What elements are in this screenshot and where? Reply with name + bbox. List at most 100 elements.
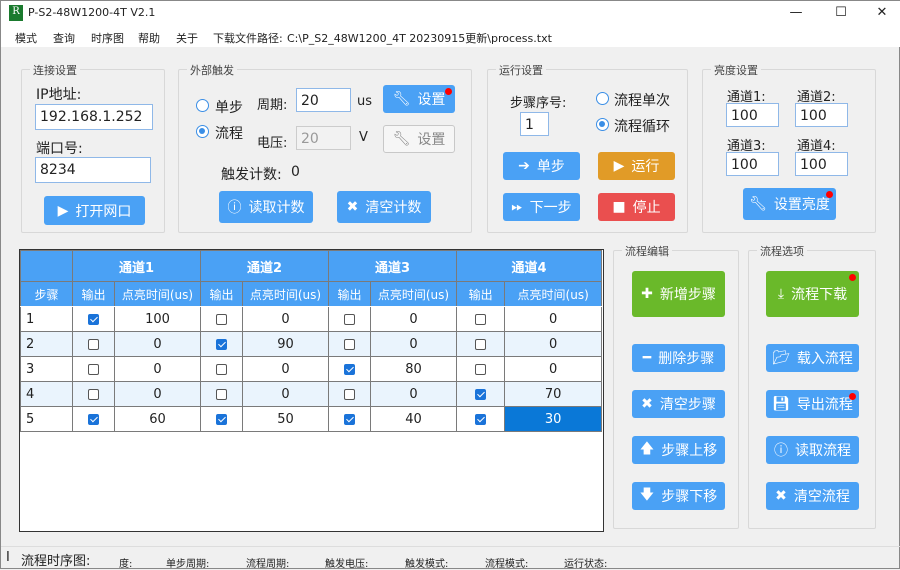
output-checkbox[interactable] xyxy=(88,338,99,350)
output-checkbox[interactable] xyxy=(475,388,487,400)
ch4-input[interactable]: 100 xyxy=(795,152,848,176)
output-cell[interactable] xyxy=(72,381,115,407)
output-checkbox[interactable] xyxy=(344,313,355,325)
time-cell[interactable]: 60 xyxy=(114,406,201,432)
output-checkbox[interactable] xyxy=(216,413,227,425)
port-input[interactable]: 8234 xyxy=(35,157,151,183)
output-checkbox[interactable] xyxy=(344,363,355,375)
output-cell[interactable] xyxy=(72,406,115,432)
menu-timing[interactable]: 时序图 xyxy=(91,30,124,46)
output-cell[interactable] xyxy=(200,331,243,357)
set-brightness-button[interactable]: 🔧︎ 设置亮度 xyxy=(743,188,836,220)
output-checkbox[interactable] xyxy=(475,338,487,350)
output-cell[interactable] xyxy=(328,306,371,332)
time-cell[interactable]: 0 xyxy=(114,356,201,382)
output-checkbox[interactable] xyxy=(216,388,227,400)
stop-button[interactable]: ■ 停止 xyxy=(598,193,675,221)
clear-steps-button[interactable]: ✖ 清空步骤 xyxy=(632,390,725,418)
close-button[interactable]: ✕ xyxy=(867,3,897,23)
menu-help[interactable]: 帮助 xyxy=(138,30,160,46)
clear-count-button[interactable]: ✖ 清空计数 xyxy=(337,191,431,223)
step-input[interactable]: 1 xyxy=(520,112,549,136)
single-radio[interactable] xyxy=(196,99,209,112)
step-cell[interactable]: 5 xyxy=(20,406,73,432)
step-cell[interactable]: 3 xyxy=(20,356,73,382)
time-cell[interactable]: 0 xyxy=(370,331,457,357)
time-cell[interactable]: 50 xyxy=(242,406,329,432)
output-checkbox[interactable] xyxy=(88,363,99,375)
move-down-button[interactable]: 🡇 步骤下移 xyxy=(632,482,725,510)
output-cell[interactable] xyxy=(455,381,506,407)
output-cell[interactable] xyxy=(200,306,243,332)
next-step-button[interactable]: ⏩︎ 下一步 xyxy=(503,193,580,221)
output-checkbox[interactable] xyxy=(344,413,355,425)
read-count-button[interactable]: ⓘ 读取计数 xyxy=(219,191,313,223)
output-checkbox[interactable] xyxy=(216,363,227,375)
step-cell[interactable]: 1 xyxy=(20,306,73,332)
time-cell[interactable]: 0 xyxy=(504,306,602,332)
time-cell[interactable]: 40 xyxy=(370,406,457,432)
output-cell[interactable] xyxy=(328,406,371,432)
output-cell[interactable] xyxy=(72,306,115,332)
output-cell[interactable] xyxy=(455,406,506,432)
time-cell[interactable]: 80 xyxy=(370,356,457,382)
menu-query[interactable]: 查询 xyxy=(53,30,75,46)
output-checkbox[interactable] xyxy=(475,313,487,325)
time-cell[interactable]: 0 xyxy=(242,356,329,382)
output-cell[interactable] xyxy=(328,381,371,407)
output-checkbox[interactable] xyxy=(216,338,227,350)
open-port-button[interactable]: ▶ 打开网口 xyxy=(44,196,145,225)
time-cell[interactable]: 0 xyxy=(504,331,602,357)
flow-radio[interactable] xyxy=(196,125,209,138)
minimize-button[interactable]: — xyxy=(781,3,811,23)
menu-mode[interactable]: 模式 xyxy=(15,30,37,46)
ch2-input[interactable]: 100 xyxy=(795,103,848,127)
time-cell[interactable]: 0 xyxy=(370,306,457,332)
ip-input[interactable]: 192.168.1.252 xyxy=(35,104,153,130)
maximize-button[interactable]: ☐ xyxy=(826,3,856,23)
time-cell[interactable]: 0 xyxy=(504,356,602,382)
output-checkbox[interactable] xyxy=(216,313,227,325)
output-cell[interactable] xyxy=(455,331,506,357)
loop-radio[interactable] xyxy=(596,118,609,131)
table-row[interactable]: 3 0 0 80 0 xyxy=(20,356,602,382)
move-up-button[interactable]: 🡅 步骤上移 xyxy=(632,436,725,464)
output-checkbox[interactable] xyxy=(475,363,487,375)
read-flow-button[interactable]: ⓘ 读取流程 xyxy=(766,436,859,464)
export-flow-button[interactable]: 💾︎ 导出流程 xyxy=(766,390,859,418)
set-voltage-button[interactable]: 🔧︎ 设置 xyxy=(383,125,455,153)
voltage-input[interactable]: 20 xyxy=(296,126,351,150)
set-period-button[interactable]: 🔧︎ 设置 xyxy=(383,85,455,113)
output-cell[interactable] xyxy=(328,331,371,357)
output-checkbox[interactable] xyxy=(344,388,355,400)
output-checkbox[interactable] xyxy=(88,313,99,325)
ch1-input[interactable]: 100 xyxy=(726,103,779,127)
output-checkbox[interactable] xyxy=(475,413,487,425)
time-cell[interactable]: 90 xyxy=(242,331,329,357)
output-cell[interactable] xyxy=(200,356,243,382)
output-cell[interactable] xyxy=(328,356,371,382)
output-cell[interactable] xyxy=(455,356,506,382)
output-checkbox[interactable] xyxy=(88,388,99,400)
time-cell[interactable]: 70 xyxy=(504,381,602,407)
table-row[interactable]: 4 0 0 0 70 xyxy=(20,381,602,407)
ch3-input[interactable]: 100 xyxy=(726,152,779,176)
step-cell[interactable]: 2 xyxy=(20,331,73,357)
output-cell[interactable] xyxy=(200,406,243,432)
add-step-button[interactable]: ✚ 新增步骤 xyxy=(632,271,725,317)
table-row[interactable]: 1 100 0 0 0 xyxy=(20,306,602,332)
once-radio[interactable] xyxy=(596,92,609,105)
table-row[interactable]: 5 60 50 40 30 xyxy=(20,406,602,432)
time-cell[interactable]: 0 xyxy=(370,381,457,407)
menu-about[interactable]: 关于 xyxy=(176,30,198,46)
time-cell[interactable]: 0 xyxy=(242,306,329,332)
step-button[interactable]: ➔ 单步 xyxy=(503,152,580,180)
delete-step-button[interactable]: ━ 删除步骤 xyxy=(632,344,725,372)
run-button[interactable]: ▶ 运行 xyxy=(598,152,675,180)
time-cell[interactable]: 30 xyxy=(504,406,602,432)
output-cell[interactable] xyxy=(455,306,506,332)
load-flow-button[interactable]: 📂︎ 载入流程 xyxy=(766,344,859,372)
output-cell[interactable] xyxy=(72,331,115,357)
download-flow-button[interactable]: ⤓ 流程下载 xyxy=(766,271,859,317)
output-cell[interactable] xyxy=(72,356,115,382)
